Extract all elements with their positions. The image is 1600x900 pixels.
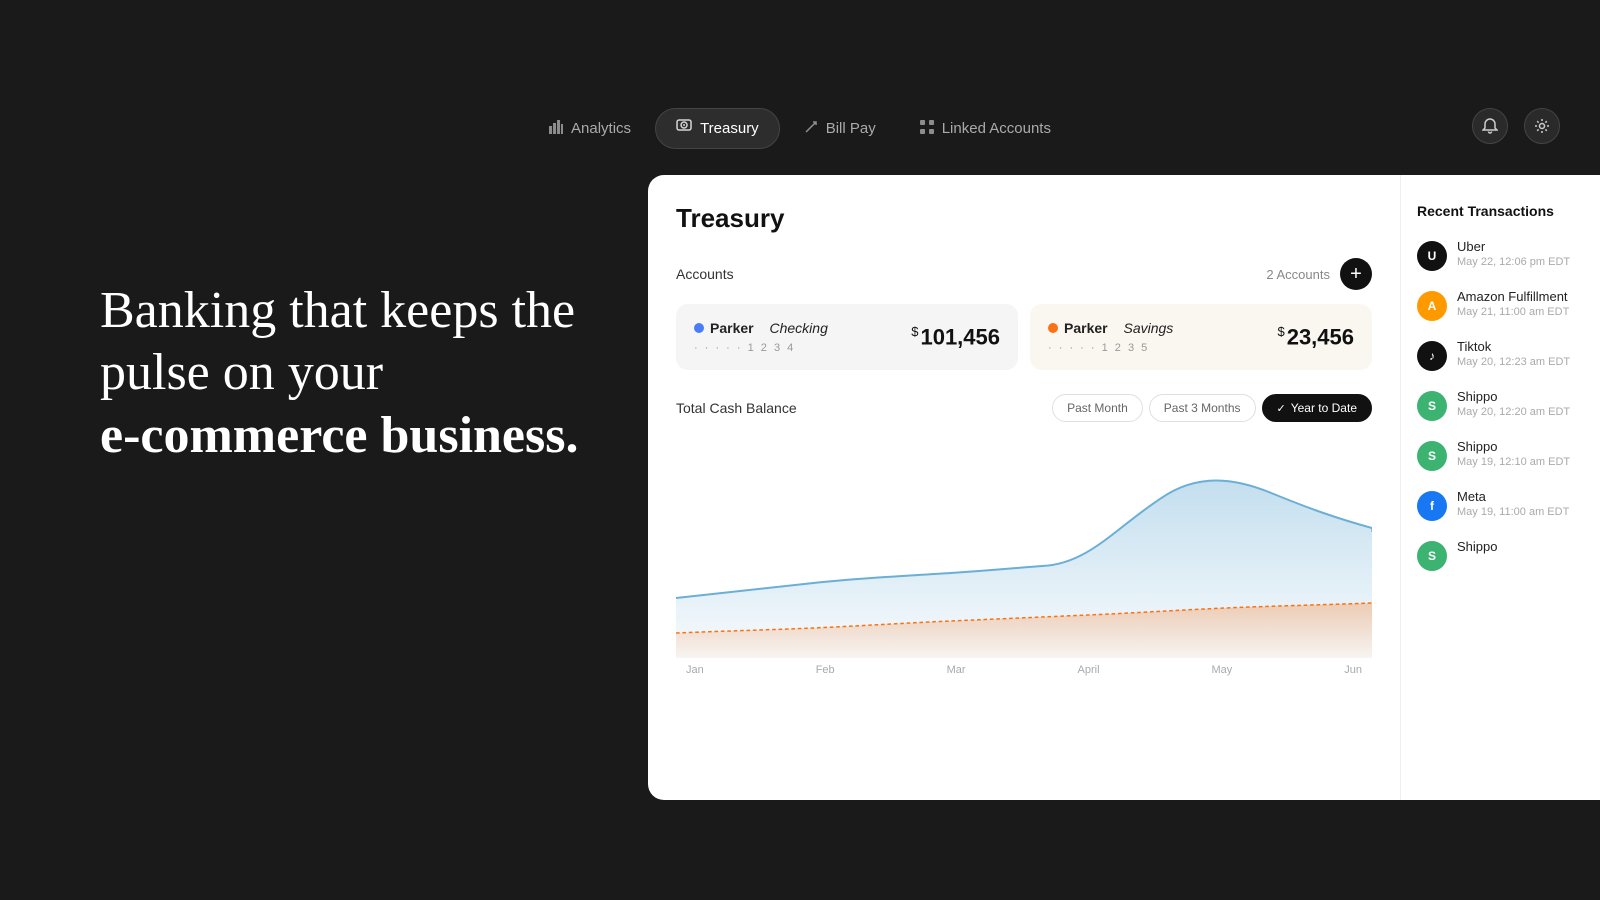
transaction-date: May 19, 11:00 am EDT <box>1457 506 1569 518</box>
transaction-item[interactable]: S Shippo <box>1417 539 1584 571</box>
transaction-name: Shippo <box>1457 539 1497 554</box>
transaction-info: Shippo May 19, 12:10 am EDT <box>1457 439 1570 468</box>
savings-dot <box>1048 323 1058 333</box>
transaction-item[interactable]: A Amazon Fulfillment May 21, 11:00 am ED… <box>1417 289 1584 321</box>
savings-number: · · · · · 1 2 3 5 <box>1048 342 1173 354</box>
transaction-info: Tiktok May 20, 12:23 am EDT <box>1457 339 1570 368</box>
checking-balance: $101,456 <box>911 324 1000 350</box>
billpay-icon <box>804 120 818 137</box>
analytics-label: Analytics <box>571 120 631 137</box>
transaction-logo: U <box>1417 241 1447 271</box>
account-name-savings: Parker Savings <box>1048 320 1173 336</box>
label-mar: Mar <box>947 664 966 676</box>
account-info-checking: Parker Checking · · · · · 1 2 3 4 <box>694 320 828 354</box>
accounts-count: 2 Accounts <box>1266 267 1330 282</box>
account-card-checking[interactable]: Parker Checking · · · · · 1 2 3 4 $101,4… <box>676 304 1018 370</box>
account-info-savings: Parker Savings · · · · · 1 2 3 5 <box>1048 320 1173 354</box>
transaction-date: May 20, 12:20 am EDT <box>1457 406 1570 418</box>
transaction-logo: S <box>1417 391 1447 421</box>
transaction-info: Shippo <box>1457 539 1497 556</box>
checking-name-bold: Parker <box>710 320 754 336</box>
transaction-info: Meta May 19, 11:00 am EDT <box>1457 489 1569 518</box>
checking-currency: $ <box>911 324 918 339</box>
page-title: Treasury <box>676 203 1372 234</box>
analytics-icon <box>549 120 563 137</box>
linked-icon <box>920 120 934 137</box>
account-card-savings[interactable]: Parker Savings · · · · · 1 2 3 5 $23,456 <box>1030 304 1372 370</box>
linked-label: Linked Accounts <box>942 120 1051 137</box>
transaction-logo: ♪ <box>1417 341 1447 371</box>
hero-line3: e-commerce business. <box>100 405 579 467</box>
chart-header: Total Cash Balance Past Month Past 3 Mon… <box>676 394 1372 422</box>
transaction-name: Shippo <box>1457 439 1570 454</box>
chart-title: Total Cash Balance <box>676 400 797 416</box>
billpay-label: Bill Pay <box>826 120 876 137</box>
filter-past-3months[interactable]: Past 3 Months <box>1149 394 1256 422</box>
nav-item-linked[interactable]: Linked Accounts <box>900 110 1071 147</box>
transaction-date: May 20, 12:23 am EDT <box>1457 356 1570 368</box>
hero-section: Banking that keeps the pulse on your e-c… <box>100 280 579 467</box>
filter-past-month[interactable]: Past Month <box>1052 394 1143 422</box>
label-feb: Feb <box>816 664 835 676</box>
checking-name-italic: Checking <box>769 320 827 336</box>
notification-button[interactable] <box>1472 108 1508 144</box>
transaction-item[interactable]: U Uber May 22, 12:06 pm EDT <box>1417 239 1584 271</box>
transaction-item[interactable]: S Shippo May 19, 12:10 am EDT <box>1417 439 1584 471</box>
account-name-checking: Parker Checking <box>694 320 828 336</box>
hero-line2: pulse on your <box>100 342 579 404</box>
checking-number: · · · · · 1 2 3 4 <box>694 342 828 354</box>
label-jan: Jan <box>686 664 704 676</box>
nav-item-analytics[interactable]: Analytics <box>529 110 651 147</box>
transaction-info: Uber May 22, 12:06 pm EDT <box>1457 239 1570 268</box>
transaction-item[interactable]: f Meta May 19, 11:00 am EDT <box>1417 489 1584 521</box>
navbar: Analytics Treasury Bill Pay <box>529 108 1071 149</box>
accounts-right: 2 Accounts + <box>1266 258 1372 290</box>
accounts-grid: Parker Checking · · · · · 1 2 3 4 $101,4… <box>676 304 1372 370</box>
hero-line1: Banking that keeps the <box>100 280 579 342</box>
transaction-date: May 21, 11:00 am EDT <box>1457 306 1569 318</box>
transaction-date: May 22, 12:06 pm EDT <box>1457 256 1570 268</box>
transaction-name: Amazon Fulfillment <box>1457 289 1569 304</box>
nav-item-billpay[interactable]: Bill Pay <box>784 110 896 147</box>
label-may: May <box>1212 664 1233 676</box>
transaction-logo: A <box>1417 291 1447 321</box>
treasury-label: Treasury <box>700 120 759 137</box>
transactions-title: Recent Transactions <box>1417 203 1584 219</box>
transaction-info: Shippo May 20, 12:20 am EDT <box>1457 389 1570 418</box>
transaction-logo: f <box>1417 491 1447 521</box>
transaction-info: Amazon Fulfillment May 21, 11:00 am EDT <box>1457 289 1569 318</box>
accounts-header: Accounts 2 Accounts + <box>676 258 1372 290</box>
transactions-list: U Uber May 22, 12:06 pm EDT A Amazon Ful… <box>1417 239 1584 571</box>
settings-button[interactable] <box>1524 108 1560 144</box>
savings-name-italic: Savings <box>1123 320 1173 336</box>
card-left: Treasury Accounts 2 Accounts + Parker Ch… <box>648 175 1400 800</box>
add-account-button[interactable]: + <box>1340 258 1372 290</box>
savings-name-bold: Parker <box>1064 320 1108 336</box>
transaction-name: Shippo <box>1457 389 1570 404</box>
nav-right <box>1472 108 1560 144</box>
label-jun: Jun <box>1344 664 1362 676</box>
transaction-name: Meta <box>1457 489 1569 504</box>
transaction-logo: S <box>1417 441 1447 471</box>
chart-container <box>676 438 1372 658</box>
label-april: April <box>1078 664 1100 676</box>
time-filters: Past Month Past 3 Months Year to Date <box>1052 394 1372 422</box>
chart-labels: Jan Feb Mar April May Jun <box>676 664 1372 676</box>
treasury-icon <box>676 119 692 138</box>
main-card: Treasury Accounts 2 Accounts + Parker Ch… <box>648 175 1600 800</box>
transaction-name: Uber <box>1457 239 1570 254</box>
transaction-name: Tiktok <box>1457 339 1570 354</box>
savings-currency: $ <box>1277 324 1284 339</box>
savings-balance: $23,456 <box>1277 324 1354 350</box>
transaction-logo: S <box>1417 541 1447 571</box>
accounts-label: Accounts <box>676 266 734 282</box>
nav-item-treasury[interactable]: Treasury <box>655 108 780 149</box>
transactions-sidebar: Recent Transactions U Uber May 22, 12:06… <box>1400 175 1600 800</box>
filter-year-to-date[interactable]: Year to Date <box>1262 394 1373 422</box>
checking-dot <box>694 323 704 333</box>
transaction-item[interactable]: S Shippo May 20, 12:20 am EDT <box>1417 389 1584 421</box>
balance-chart <box>676 438 1372 658</box>
transaction-item[interactable]: ♪ Tiktok May 20, 12:23 am EDT <box>1417 339 1584 371</box>
transaction-date: May 19, 12:10 am EDT <box>1457 456 1570 468</box>
